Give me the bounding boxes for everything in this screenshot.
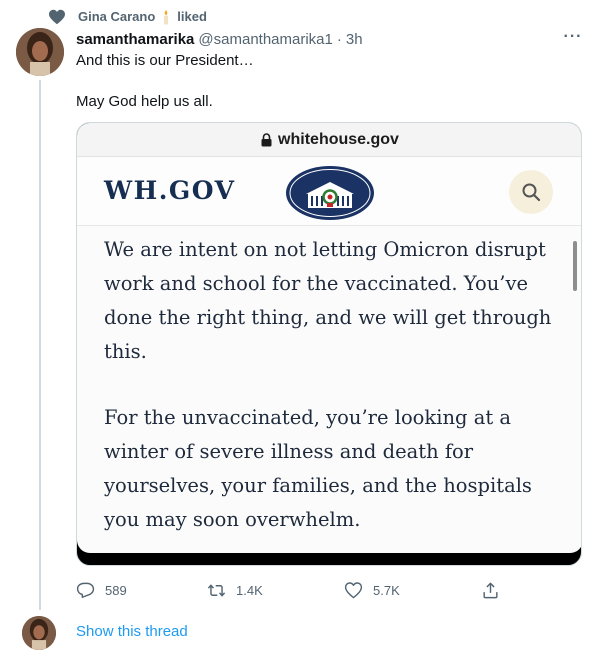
author-name[interactable]: samanthamarika bbox=[76, 31, 194, 48]
statement-text: We are intent on not letting Omicron dis… bbox=[104, 233, 564, 537]
thread-avatar[interactable] bbox=[22, 616, 56, 650]
reply-icon bbox=[76, 582, 95, 598]
liked-label: liked bbox=[177, 8, 207, 24]
candle-icon bbox=[164, 10, 169, 25]
social-context: Gina Carano liked bbox=[48, 8, 207, 26]
tweet-text-line: May God help us all. bbox=[76, 93, 213, 110]
author-avatar[interactable] bbox=[16, 28, 64, 76]
more-options-icon[interactable]: ··· bbox=[562, 29, 584, 48]
heart-icon bbox=[49, 9, 65, 25]
site-header: WH.GOV bbox=[77, 158, 581, 226]
tweet-actions: 589 1.4K 5.7K bbox=[76, 578, 506, 602]
statement-paragraph: We are intent on not letting Omicron dis… bbox=[104, 238, 552, 363]
share-button[interactable] bbox=[481, 578, 510, 602]
like-count: 5.7K bbox=[373, 582, 400, 598]
screenshot-content: whitehouse.gov WH.GOV We are intent on n… bbox=[77, 123, 581, 553]
white-house-seal-icon bbox=[286, 166, 374, 220]
retweet-icon bbox=[207, 583, 226, 597]
browser-url-bar: whitehouse.gov bbox=[77, 123, 581, 157]
retweet-button[interactable]: 1.4K bbox=[207, 578, 263, 602]
site-search-button bbox=[509, 170, 553, 214]
tweet-text: And this is our President… May God help … bbox=[76, 51, 576, 112]
liker-name[interactable]: Gina Carano bbox=[78, 9, 155, 24]
separator-dot: · bbox=[336, 30, 342, 48]
show-thread-link[interactable]: Show this thread bbox=[76, 623, 188, 640]
share-icon bbox=[483, 581, 498, 598]
search-icon bbox=[522, 183, 541, 202]
like-button[interactable]: 5.7K bbox=[344, 578, 400, 602]
scrollbar bbox=[573, 241, 577, 291]
url-text: whitehouse.gov bbox=[278, 130, 399, 148]
author-handle[interactable]: @samanthamarika1 bbox=[198, 31, 332, 48]
site-logo: WH.GOV bbox=[104, 176, 236, 205]
reply-count: 589 bbox=[105, 582, 127, 598]
tweet-text-line: And this is our President… bbox=[76, 52, 254, 69]
lock-icon bbox=[261, 132, 272, 146]
reply-button[interactable]: 589 bbox=[76, 578, 127, 602]
retweet-count: 1.4K bbox=[236, 582, 263, 598]
tweet-header: samanthamarika @samanthamarika1 · 3h bbox=[76, 29, 363, 49]
thread-line bbox=[39, 80, 41, 610]
tweet-media-image[interactable]: whitehouse.gov WH.GOV We are intent on n… bbox=[76, 122, 582, 566]
heart-outline-icon bbox=[344, 581, 363, 598]
statement-paragraph: For the unvaccinated, you’re looking at … bbox=[104, 406, 532, 531]
tweet-timestamp[interactable]: 3h bbox=[346, 31, 363, 48]
